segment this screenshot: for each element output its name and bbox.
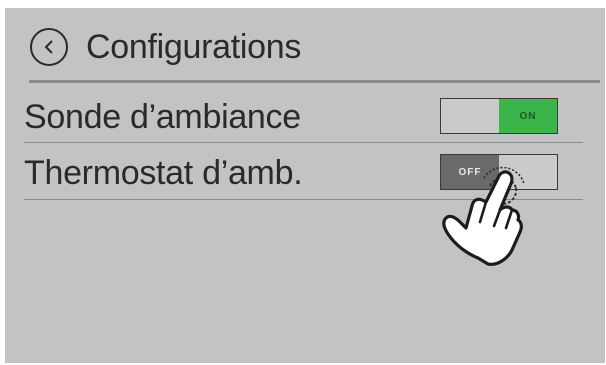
chevron-left-icon bbox=[44, 40, 53, 54]
toggle-on-knob: ON bbox=[499, 99, 557, 133]
setting-label: Thermostat d’amb. bbox=[24, 154, 303, 192]
row-divider bbox=[24, 142, 583, 143]
setting-label: Sonde d’ambiance bbox=[24, 98, 301, 136]
back-button[interactable] bbox=[30, 28, 68, 66]
header-divider bbox=[29, 80, 600, 83]
header: Configurations bbox=[30, 26, 301, 68]
page-title: Configurations bbox=[86, 27, 302, 66]
tap-hand-icon bbox=[442, 166, 525, 266]
toggle-sonde-ambiance[interactable]: ON bbox=[440, 98, 558, 134]
setting-row-sonde: Sonde d’ambiance ON bbox=[24, 96, 600, 144]
